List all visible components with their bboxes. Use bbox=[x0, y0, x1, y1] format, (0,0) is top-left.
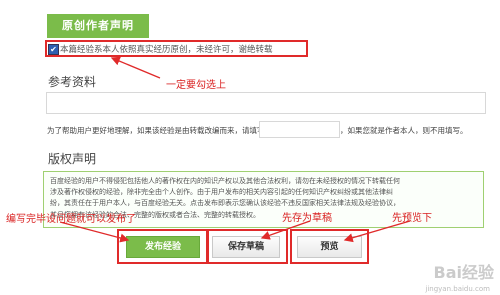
annotation-save-draft: 先存为草稿 bbox=[282, 213, 332, 224]
watermark-url: jingyan.baidu.com bbox=[425, 285, 490, 293]
annotation-finish-publish: 编写完毕设问题就可以发布了 bbox=[6, 214, 136, 225]
annotation-arrows bbox=[59, 56, 411, 243]
watermark-brand: Bai经验 bbox=[433, 263, 494, 282]
arrow-must-check bbox=[110, 56, 161, 79]
annotation-preview: 先预览下 bbox=[392, 213, 432, 224]
annotation-must-check: 一定要勾选上 bbox=[166, 80, 226, 91]
